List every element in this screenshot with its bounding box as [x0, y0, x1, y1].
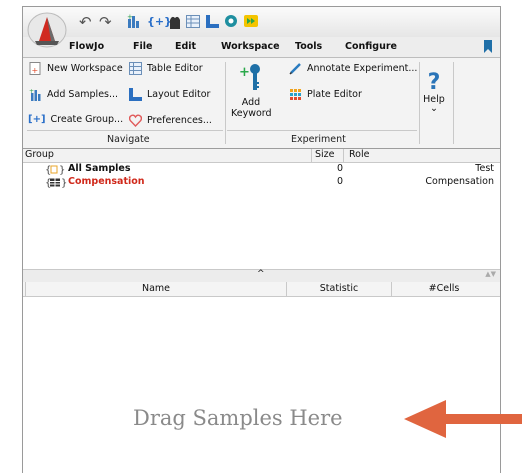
- undo-icon[interactable]: ↶: [79, 14, 92, 30]
- tab-edit[interactable]: Edit: [175, 41, 196, 52]
- pencil-icon: [289, 63, 301, 75]
- table-editor-icon[interactable]: [186, 15, 200, 28]
- statistic-column-header[interactable]: Statistic: [287, 283, 391, 294]
- size-column-header[interactable]: Size: [315, 149, 335, 160]
- group-role: Compensation: [425, 176, 494, 187]
- table-editor-label: Table Editor: [147, 63, 203, 74]
- navigate-group-label: Navigate: [107, 134, 150, 145]
- cells-column-header[interactable]: #Cells: [392, 283, 496, 294]
- group-table: Group Size Role {} All Samples 0 Test {}…: [23, 149, 500, 269]
- tab-tools[interactable]: Tools: [295, 41, 322, 52]
- bookmark-icon[interactable]: [483, 40, 493, 53]
- plate-editor-icon: [290, 89, 301, 100]
- tab-file[interactable]: File: [133, 41, 152, 52]
- export-icon[interactable]: [244, 15, 258, 27]
- resize-grip-icon[interactable]: ▲▼: [485, 270, 496, 278]
- layout-editor-label: Layout Editor: [147, 89, 211, 100]
- layout-editor-icon: [129, 88, 142, 101]
- svg-text:+: +: [127, 14, 133, 21]
- ribbon: + New Workspace + Add Samples... [+] Cre…: [23, 58, 500, 149]
- add-keyword-label-line2: Keyword: [231, 108, 272, 119]
- group-size: 0: [337, 176, 344, 187]
- key-icon: +: [239, 64, 260, 90]
- ribbon-separator: [225, 62, 226, 144]
- tab-configure[interactable]: Configure: [345, 41, 397, 52]
- create-group-icon: [+]: [28, 114, 46, 125]
- group-name: All Samples: [68, 163, 131, 174]
- collapse-caret-icon[interactable]: ^: [257, 269, 265, 279]
- heart-icon: [129, 114, 142, 127]
- table-editor-icon: [129, 62, 142, 75]
- pane-splitter[interactable]: ^ ▲▼: [23, 269, 500, 283]
- experiment-group-label: Experiment: [291, 134, 346, 145]
- quick-access-toolbar: ↶ ↷ + {+}: [23, 7, 500, 48]
- svg-text:+: +: [239, 65, 250, 80]
- gate-icon[interactable]: [169, 15, 181, 29]
- add-keyword-label-line1: Add: [241, 97, 261, 108]
- add-samples-label: Add Samples...: [47, 89, 119, 100]
- group-column-header[interactable]: Group: [25, 149, 54, 160]
- new-workspace-label: New Workspace: [47, 63, 123, 74]
- tab-workspace[interactable]: Workspace: [221, 41, 280, 52]
- layout-editor-icon[interactable]: [206, 15, 219, 28]
- annotate-experiment-button[interactable]: Annotate Experiment...: [289, 62, 417, 75]
- table-editor-button[interactable]: Table Editor: [129, 62, 203, 75]
- preferences-button[interactable]: Preferences...: [129, 114, 212, 127]
- navigate-divider: [27, 130, 223, 131]
- svg-text:+: +: [32, 66, 39, 75]
- experiment-divider: [227, 130, 417, 131]
- role-column-header[interactable]: Role: [349, 149, 369, 160]
- svg-text:}: }: [59, 165, 65, 175]
- name-column-header[interactable]: Name: [26, 283, 286, 294]
- group-table-header: Group Size Role: [23, 149, 500, 163]
- all-samples-group-icon: {}: [45, 165, 65, 175]
- table-row[interactable]: {} All Samples 0 Test: [23, 163, 500, 176]
- menu-tab-bar: FlowJo File Edit Workspace Tools Configu…: [23, 37, 500, 58]
- annotation-arrow-icon: [404, 400, 522, 438]
- add-keyword-button[interactable]: + Add Keyword: [231, 62, 272, 119]
- ribbon-separator: [419, 62, 420, 144]
- tab-flowjo[interactable]: FlowJo: [69, 41, 104, 52]
- annotate-experiment-label: Annotate Experiment...: [307, 63, 418, 74]
- create-group-label: Create Group...: [50, 114, 124, 125]
- redo-icon[interactable]: ↷: [99, 14, 112, 30]
- create-group-button[interactable]: [+] Create Group...: [28, 114, 123, 125]
- table-row[interactable]: {} Compensation 0 Compensation: [23, 176, 500, 189]
- add-samples-button[interactable]: + Add Samples...: [29, 88, 118, 101]
- sample-table: Name Statistic #Cells Drag Samples Here: [23, 282, 500, 473]
- svg-text:+: +: [29, 88, 34, 95]
- group-role: Test: [475, 163, 494, 174]
- new-workspace-icon: +: [29, 62, 41, 75]
- add-samples-icon[interactable]: +: [127, 14, 141, 29]
- add-samples-icon: +: [29, 88, 41, 101]
- svg-text:{: {: [45, 165, 51, 175]
- plate-editor-label: Plate Editor: [307, 89, 362, 100]
- help-question-icon: ?: [427, 70, 441, 95]
- sample-table-header: Name Statistic #Cells: [23, 282, 500, 297]
- ribbon-separator: [453, 62, 454, 144]
- plate-editor-button[interactable]: Plate Editor: [289, 88, 362, 101]
- compensation-group-icon: {}: [45, 178, 67, 188]
- new-workspace-button[interactable]: + New Workspace: [29, 62, 123, 75]
- svg-text:}: }: [61, 178, 67, 188]
- group-size: 0: [337, 163, 344, 174]
- group-name: Compensation: [68, 176, 145, 187]
- layout-editor-button[interactable]: Layout Editor: [129, 88, 210, 101]
- layout-teal-icon[interactable]: [224, 14, 238, 28]
- help-button[interactable]: ? Help ⌄: [421, 70, 447, 114]
- chevron-down-icon: ⌄: [430, 103, 438, 114]
- drop-zone-hint: Drag Samples Here: [133, 406, 343, 430]
- preferences-label: Preferences...: [147, 115, 212, 126]
